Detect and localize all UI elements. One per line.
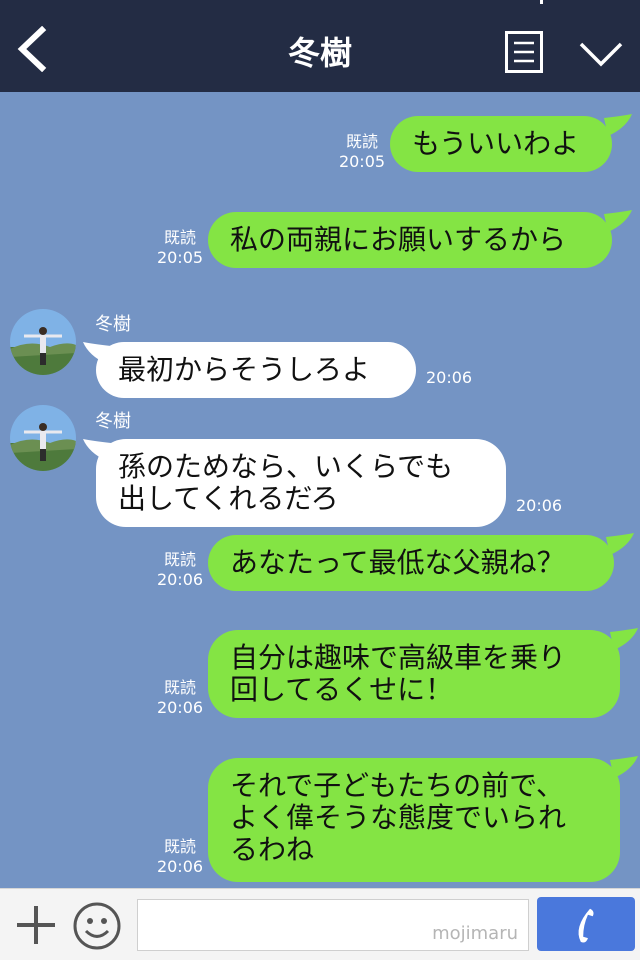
avatar-photo — [10, 309, 76, 375]
bubble-tail — [604, 210, 632, 232]
avatar[interactable] — [10, 405, 76, 471]
watermark: mojimaru — [432, 923, 518, 944]
bubble-tail — [610, 756, 638, 778]
message-bubble-own[interactable]: あなたって最低な父親ね？ — [208, 535, 614, 591]
send-phone-icon — [578, 908, 594, 943]
message-time: 20:06 — [516, 496, 563, 515]
emoji-icon[interactable] — [72, 901, 122, 951]
message-bubble-own[interactable]: それで子どもたちの前で、 よく偉そうな態度でいられ るわね — [208, 758, 620, 882]
read-receipt: 既読 20:06 — [156, 678, 204, 717]
message-bubble-other[interactable]: 最初からそうしろよ — [96, 342, 416, 398]
bubble-tail — [606, 533, 634, 555]
avatar-photo — [10, 405, 76, 471]
chat-header: 冬樹 — [0, 0, 640, 92]
plus-icon[interactable] — [14, 903, 58, 947]
bubble-tail — [83, 342, 111, 364]
message-bubble-own[interactable]: 自分は趣味で高級車を乗り 回してるくせに！ — [208, 630, 620, 718]
read-receipt: 既読 20:06 — [156, 550, 204, 589]
read-receipt: 既読 20:05 — [156, 228, 204, 267]
sender-name: 冬樹 — [95, 411, 131, 432]
message-bubble-own[interactable]: もういいわよ — [390, 116, 612, 172]
message-bubble-own[interactable]: 私の両親にお願いするから — [208, 212, 612, 268]
message-composer: mojimaru — [0, 888, 640, 960]
chevron-down-icon[interactable] — [578, 38, 624, 68]
sender-name: 冬樹 — [95, 314, 131, 335]
message-bubble-other[interactable]: 孫のためなら、いくらでも 出してくれるだろ — [96, 439, 506, 527]
bubble-tail — [610, 628, 638, 650]
read-receipt: 既読 20:06 — [156, 837, 204, 876]
send-button[interactable] — [537, 897, 635, 951]
chat-title: 冬樹 — [287, 34, 352, 72]
message-time: 20:06 — [426, 368, 473, 387]
read-receipt: 既読 20:05 — [338, 132, 386, 171]
message-list[interactable]: 既読 20:05 もういいわよ 既読 20:05 私の両親にお願いするから 冬樹… — [0, 92, 640, 888]
avatar[interactable] — [10, 309, 76, 375]
bubble-tail — [83, 439, 111, 461]
message-input[interactable]: mojimaru — [137, 899, 529, 951]
bubble-tail — [604, 114, 632, 136]
status-indicator — [540, 0, 543, 4]
menu-list-icon[interactable] — [505, 31, 543, 73]
